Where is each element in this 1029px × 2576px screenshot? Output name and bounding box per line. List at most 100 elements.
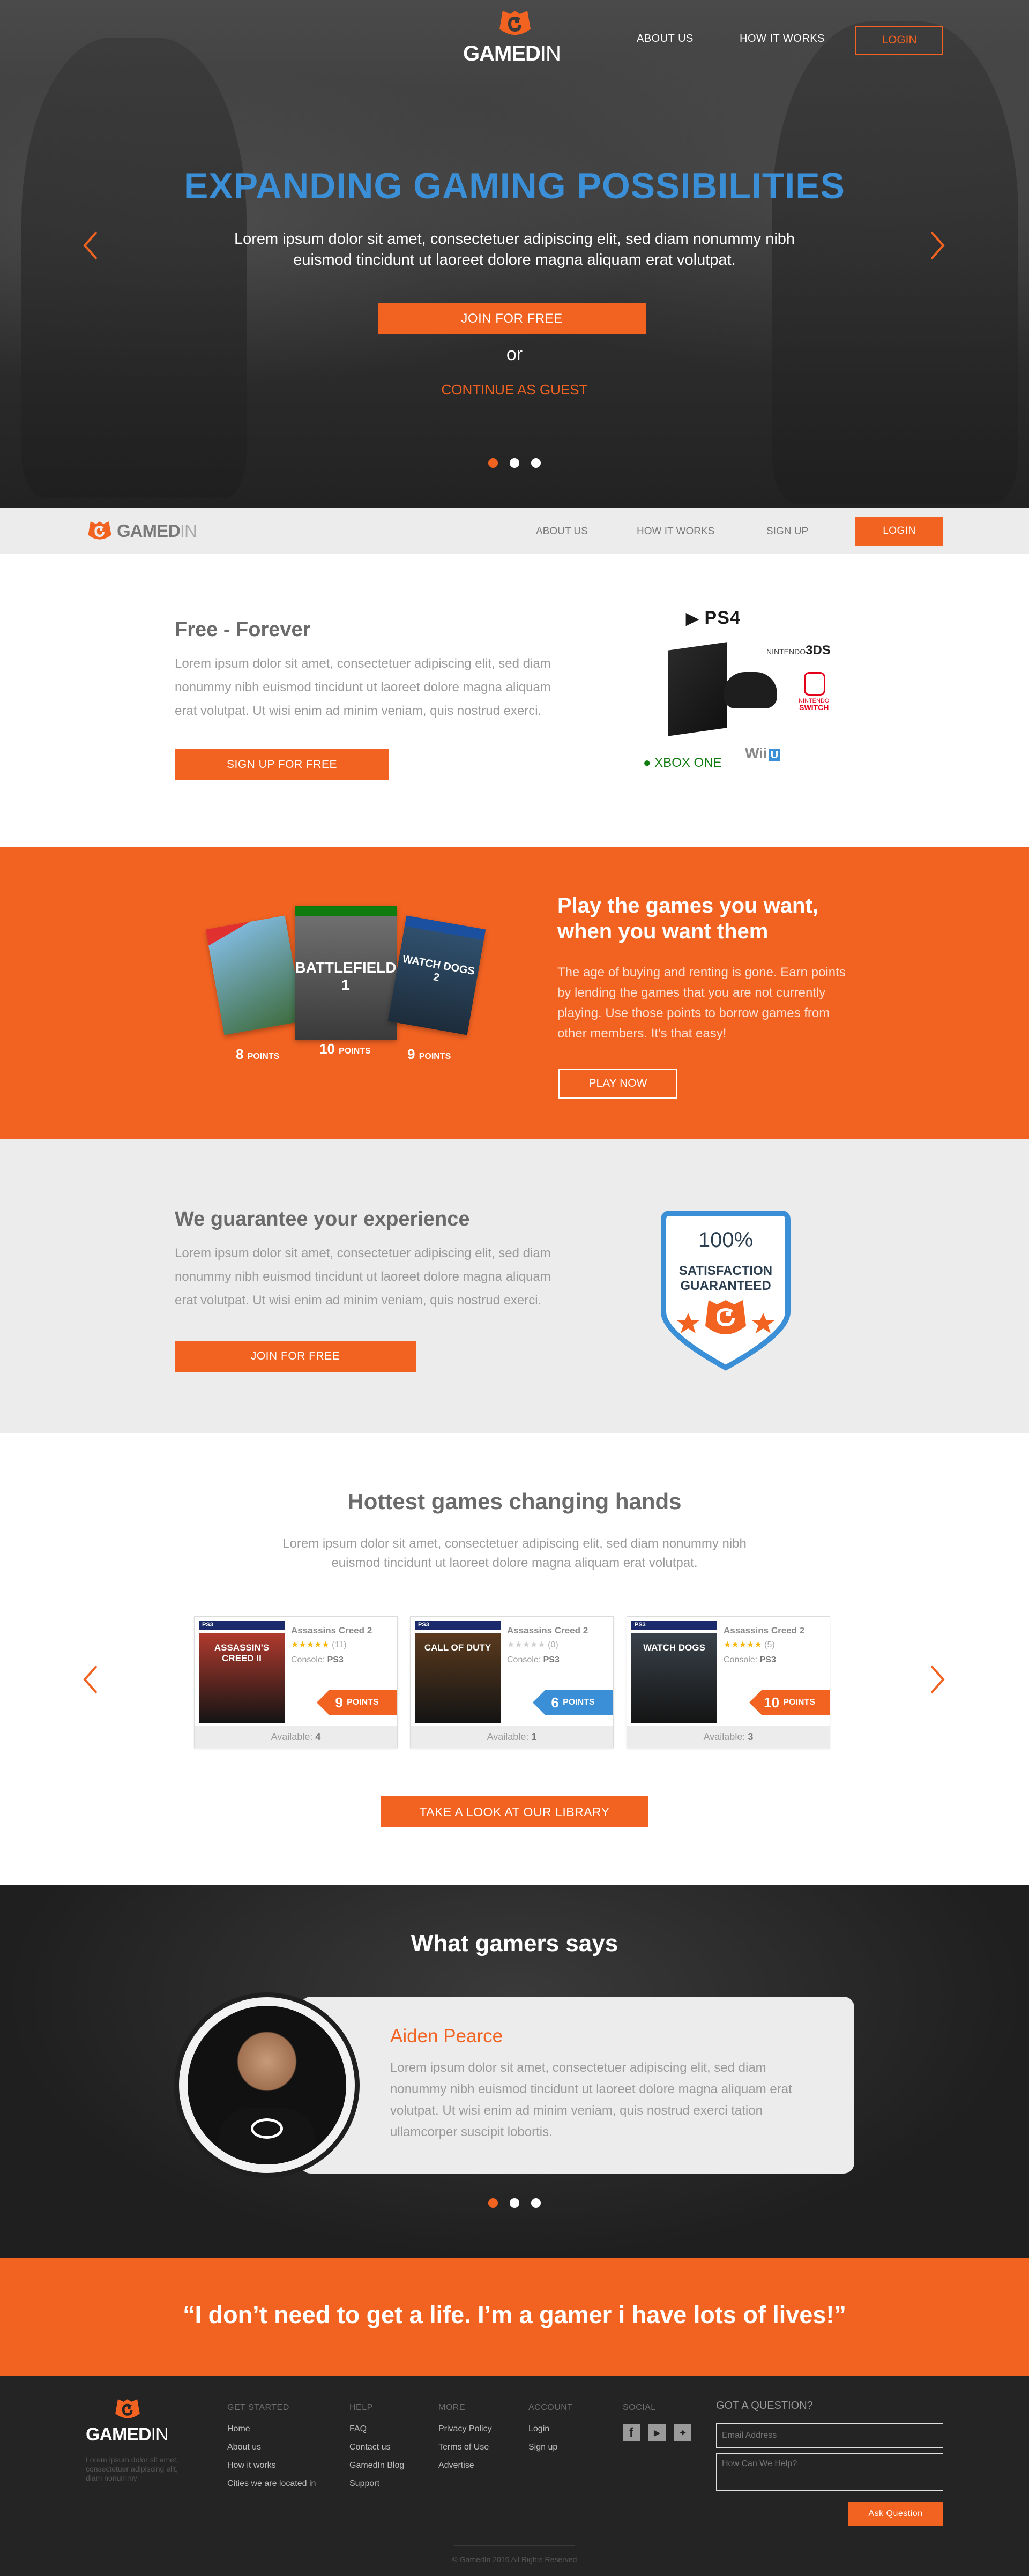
play-now-button[interactable]: PLAY NOW (558, 1069, 677, 1099)
points-badge: 6 POINTS (533, 1690, 613, 1715)
hero-next-arrow-icon[interactable] (926, 229, 948, 262)
footer-link[interactable]: Terms of Use (438, 2443, 492, 2452)
game-box-battlefield[interactable]: BATTLEFIELD 1 (295, 906, 397, 1040)
play-title-1: Play the games you want, (557, 894, 818, 917)
free-body-3: erat volutpat. Ut wisi enim ad minim ven… (175, 704, 542, 718)
hero-login-button[interactable]: LOGIN (855, 26, 943, 55)
hero-guest-link[interactable]: CONTINUE AS GUEST (0, 382, 1029, 398)
game-title[interactable]: Assassins Creed 2 (724, 1625, 804, 1636)
footer-link[interactable]: About us (227, 2443, 316, 2452)
watchdogs-cover-text: WATCH DOGS 2 (401, 953, 476, 984)
footer-link[interactable]: Contact us (349, 2443, 404, 2452)
nav2-signup[interactable]: SIGN UP (766, 526, 808, 537)
free-body-1: Lorem ipsum dolor sit amet, consectetuer… (175, 656, 551, 671)
guarantee-join-button[interactable]: JOIN FOR FREE (175, 1341, 416, 1372)
hero-nav-about[interactable]: ABOUT US (637, 33, 694, 45)
testimonial-dot-3[interactable] (531, 2198, 541, 2208)
play-body-4: other members. It's that easy! (557, 1026, 727, 1041)
hero-slide-dot-2[interactable] (510, 458, 519, 468)
footer-link[interactable]: How it works (227, 2461, 316, 2470)
footer-email-input[interactable] (716, 2423, 943, 2448)
nav2-how[interactable]: HOW IT WORKS (637, 526, 714, 537)
logo-text-right: IN (180, 521, 197, 541)
avatar-shirt-logo (251, 2118, 283, 2139)
game-card[interactable]: PS3 ASSASSIN'S CREED II Assassins Creed 2 ★… (194, 1616, 398, 1748)
footer-link[interactable]: Cities we are located in (227, 2479, 316, 2489)
play-body-2: by lending the games that you are not cu… (557, 985, 826, 1000)
game-box-zelda[interactable] (205, 915, 304, 1035)
testimonial-dot-1[interactable] (488, 2198, 498, 2208)
nav2-login-button[interactable]: LOGIN (855, 517, 943, 546)
availability: Available: 4 (195, 1726, 397, 1748)
games-next-arrow-icon[interactable] (926, 1663, 948, 1696)
rating-stars: ★★★★★ (0) (507, 1639, 558, 1650)
hottest-sub-2: euismod tincidunt ut laoreet dolore magn… (331, 1556, 698, 1570)
nav2-logo[interactable]: GAMEDIN (86, 519, 197, 543)
game-cover-image[interactable]: PS3 ASSASSIN'S CREED II (199, 1621, 285, 1723)
testimonial-title: What gamers says (411, 1930, 618, 1957)
quote-section: “I don’t need to get a life. I’m a gamer… (0, 2258, 1029, 2376)
twitter-icon[interactable]: ✦ (674, 2424, 691, 2441)
hero-subtitle-2: euismod tincidunt ut laoreet dolore magn… (293, 251, 736, 268)
game-box-watchdogs[interactable]: WATCH DOGS 2 (387, 915, 486, 1035)
hero-logo[interactable]: GAMEDIN (461, 9, 568, 68)
game-cover-image[interactable]: PS3 CALL OF DUTY (415, 1621, 501, 1723)
testimonial-dot-2[interactable] (510, 2198, 519, 2208)
game-title[interactable]: Assassins Creed 2 (291, 1625, 372, 1636)
console-value: PS3 (543, 1655, 560, 1664)
hero-or-text: or (506, 344, 523, 364)
footer-link[interactable]: GamedIn Blog (349, 2461, 404, 2470)
hero-prev-arrow-icon[interactable] (80, 229, 102, 262)
nav2-about[interactable]: ABOUT US (536, 526, 588, 537)
play-title-2: when you want them (557, 920, 769, 943)
ps4-controller-image (724, 672, 777, 708)
hero-join-button[interactable]: JOIN FOR FREE (378, 303, 646, 334)
points-label: POINTS (563, 1698, 595, 1707)
ask-question-button[interactable]: Ask Question (848, 2502, 943, 2526)
library-button[interactable]: TAKE A LOOK AT OUR LIBRARY (381, 1796, 648, 1827)
footer-column: HELP FAQ Contact us GamedIn Blog Support (349, 2403, 404, 2497)
avail-value: 4 (315, 1731, 321, 1742)
game-card[interactable]: PS3 CALL OF DUTY Assassins Creed 2 ★★★★★ (0… (410, 1616, 614, 1748)
footer-divider (454, 2545, 575, 2546)
hero-slide-dot-3[interactable] (531, 458, 541, 468)
game-cover-image[interactable]: PS3 WATCH DOGS (631, 1621, 717, 1723)
points-value: 8 (236, 1046, 244, 1062)
hero-nav-how[interactable]: HOW IT WORKS (740, 33, 825, 45)
footer-link[interactable]: FAQ (349, 2424, 404, 2434)
cover-title: ASSASSIN'S CREED II (214, 1642, 270, 1663)
badge-percent: 100% (698, 1228, 754, 1252)
guarantee-body-2: nonummy nibh euismod tincidunt ut laoree… (175, 1270, 551, 1284)
free-signup-button[interactable]: SIGN UP FOR FREE (175, 749, 389, 780)
footer-question-textarea[interactable] (716, 2453, 943, 2491)
badge-line-2: GUARANTEED (680, 1279, 771, 1293)
play-section: BATTLEFIELD 1 WATCH DOGS 2 8 POINTS 10 P… (0, 847, 1029, 1139)
points-label: POINTS (339, 1047, 371, 1056)
availability: Available: 1 (411, 1726, 613, 1748)
ps4-logo: ▶ PS4 (686, 608, 741, 628)
facebook-icon[interactable]: f (623, 2424, 640, 2441)
footer-link[interactable]: Login (528, 2424, 573, 2434)
footer-link[interactable]: Support (349, 2479, 404, 2489)
footer-link[interactable]: Privacy Policy (438, 2424, 492, 2434)
console-label: Console: (291, 1655, 325, 1664)
game-title[interactable]: Assassins Creed 2 (507, 1625, 588, 1636)
footer-link[interactable]: Sign up (528, 2443, 573, 2452)
footer-link[interactable]: Home (227, 2424, 316, 2434)
points-label: POINTS (347, 1698, 379, 1707)
points-label: POINTS (247, 1052, 280, 1061)
footer-column: MORE Privacy Policy Terms of Use Advertise (438, 2403, 492, 2479)
star-rating-icon: ★★★★★ (507, 1640, 546, 1649)
youtube-icon[interactable]: ▶ (648, 2424, 666, 2441)
console-line: Console: PS3 (507, 1655, 560, 1665)
hero-logo-text: GAMEDIN (463, 42, 561, 66)
hero-title: EXPANDING GAMING POSSIBILITIES (184, 166, 845, 206)
hero-slide-dot-1[interactable] (488, 458, 498, 468)
platforms-graphic: ▶ PS4 NINTENDO3DS NINTENDO SWITCH ● XBOX … (643, 608, 857, 790)
footer-social: SOCIAL f ▶ ✦ (623, 2403, 691, 2441)
game-card[interactable]: PS3 WATCH DOGS Assassins Creed 2 ★★★★★ (5) C… (627, 1616, 830, 1748)
footer-link[interactable]: Advertise (438, 2461, 492, 2470)
gamedin-logo-icon (499, 11, 531, 35)
games-prev-arrow-icon[interactable] (80, 1663, 102, 1696)
ds-text: 3DS (806, 643, 831, 658)
